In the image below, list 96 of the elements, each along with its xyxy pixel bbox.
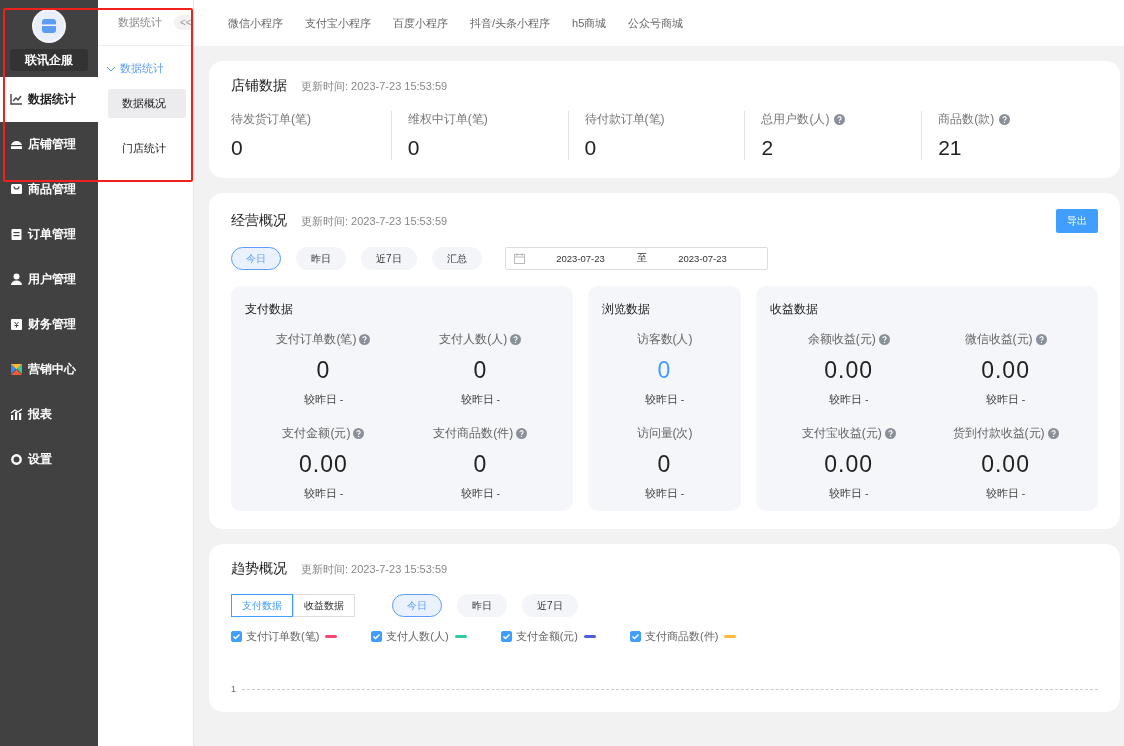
stat-label: 访问量(次) (636, 425, 693, 442)
checkbox[interactable] (371, 631, 383, 642)
stat-value: 0.00 (824, 451, 874, 478)
axis-tick-label: 1 (231, 684, 236, 694)
comparison-text: 较昨日 - (644, 393, 685, 407)
nav-item[interactable]: 用户管理 (0, 257, 98, 302)
platform-tab[interactable]: h5商城 (572, 15, 607, 31)
metric-value: 0 (584, 136, 598, 160)
legend-label: 支付金额(元) (515, 629, 578, 644)
stat-label: 微信收益(元) (964, 331, 1033, 348)
clipboard-icon (10, 228, 23, 241)
stat-value: 0 (657, 357, 672, 384)
nav-item[interactable]: 数据统计 (0, 77, 98, 122)
data-toggle[interactable]: 收益数据 (293, 594, 355, 617)
settings-icon (10, 453, 23, 466)
comparison-text: 较昨日 - (460, 487, 500, 501)
marketing-icon (10, 363, 23, 376)
comparison-text: 较昨日 - (828, 393, 869, 407)
range-button[interactable]: 近7日 (361, 247, 417, 270)
checkbox[interactable] (500, 631, 512, 642)
stat-value: 0.00 (299, 451, 348, 478)
update-time: 更新时间: 2023-7-23 15:53:59 (301, 78, 448, 94)
update-time: 更新时间: 2023-7-23 15:53:59 (301, 213, 448, 229)
submenu-item[interactable]: 数据概况 (108, 89, 186, 118)
comparison-text: 较昨日 - (985, 487, 1026, 501)
stat-label: 支付商品数(件) (433, 425, 514, 442)
metric-label: 总用户数(人) (761, 111, 830, 128)
nav-item[interactable]: 营销中心 (0, 347, 98, 392)
stat-label: 支付订单数(笔) (276, 331, 357, 348)
stat-value: 0 (473, 451, 488, 478)
range-button[interactable]: 昨日 (457, 594, 507, 617)
stat-value: 0.00 (824, 357, 874, 384)
submenu-title: 数据统计 (118, 15, 162, 30)
panel-title: 支付数据 (245, 302, 294, 317)
comparison-text: 较昨日 - (460, 393, 500, 407)
card-title: 店铺数据 (231, 77, 287, 95)
bar-chart-icon (10, 408, 23, 421)
stat-label: 访客数(人) (636, 331, 693, 348)
metric-value: 21 (938, 136, 963, 160)
user-icon (10, 273, 23, 286)
panel-title: 浏览数据 (601, 302, 651, 317)
metric-value: 0 (407, 136, 421, 160)
metric-label: 维权中订单(笔) (407, 111, 488, 128)
shop-icon (10, 138, 23, 151)
date-range-field[interactable]: 2023-07-23 至 2023-07-23 (504, 247, 768, 270)
calendar-icon (513, 253, 525, 264)
range-button[interactable]: 汇总 (431, 247, 482, 270)
update-time: 更新时间: 2023-7-23 15:53:59 (301, 561, 448, 577)
platform-tab[interactable]: 支付宝小程序 (305, 15, 371, 31)
nav-item[interactable]: 设置 (0, 437, 98, 482)
platform-tab[interactable]: 抖音/头条小程序 (470, 15, 551, 31)
stat-label: 支付宝收益(元) (801, 425, 882, 442)
comparison-text: 较昨日 - (644, 487, 685, 501)
checkbox[interactable] (231, 631, 242, 642)
stat-value: 0.00 (981, 451, 1030, 478)
comparison-text: 较昨日 - (985, 393, 1026, 407)
card-title: 经营概况 (231, 212, 287, 230)
legend-label: 支付订单数(笔) (246, 629, 320, 644)
logo-icon (32, 9, 66, 43)
metric-value: 2 (761, 136, 775, 160)
comparison-text: 较昨日 - (303, 487, 344, 501)
stat-label: 余额收益(元) (807, 331, 876, 348)
nav-item[interactable]: 报表 (0, 392, 98, 437)
comparison-text: 较昨日 - (303, 393, 344, 407)
metric-label: 商品数(款) (938, 111, 995, 128)
card-title: 趋势概况 (231, 560, 287, 578)
checkbox[interactable] (630, 631, 641, 642)
nav-item[interactable]: 商品管理 (0, 167, 98, 212)
nav-item[interactable]: 财务管理 (0, 302, 98, 347)
chart-icon (10, 93, 23, 106)
stat-value: 0.00 (981, 357, 1030, 384)
submenu-item[interactable]: 门店统计 (108, 134, 186, 163)
stat-label: 支付人数(人) (439, 331, 508, 348)
stat-value: 0 (657, 451, 672, 478)
nav-item[interactable]: 店铺管理 (0, 122, 98, 167)
stat-label: 支付金额(元) (282, 425, 351, 442)
stat-value: 0 (316, 357, 331, 384)
platform-tab[interactable]: 百度小程序 (393, 15, 448, 31)
legend-label: 支付商品数(件) (645, 629, 719, 644)
platform-tab[interactable]: 公众号商城 (628, 15, 684, 31)
stat-value: 0 (473, 357, 488, 384)
bag-icon (10, 183, 23, 196)
chevron-icon (106, 64, 116, 73)
brand-label: 联讯企服 (10, 49, 88, 71)
nav-item[interactable]: 订单管理 (0, 212, 98, 257)
comparison-text: 较昨日 - (828, 487, 869, 501)
range-button[interactable]: 昨日 (296, 247, 346, 270)
platform-tab[interactable]: 微信小程序 (228, 15, 283, 31)
range-button[interactable]: 近7日 (522, 594, 578, 617)
legend-label: 支付人数(人) (386, 629, 449, 644)
panel-title: 收益数据 (770, 302, 820, 317)
metric-label: 待付款订单(笔) (584, 111, 665, 128)
wallet-icon (10, 318, 23, 331)
metric-label: 待发货订单(笔) (231, 111, 311, 128)
stat-label: 货到付款收益(元) (952, 425, 1045, 442)
metric-value: 0 (231, 136, 244, 160)
